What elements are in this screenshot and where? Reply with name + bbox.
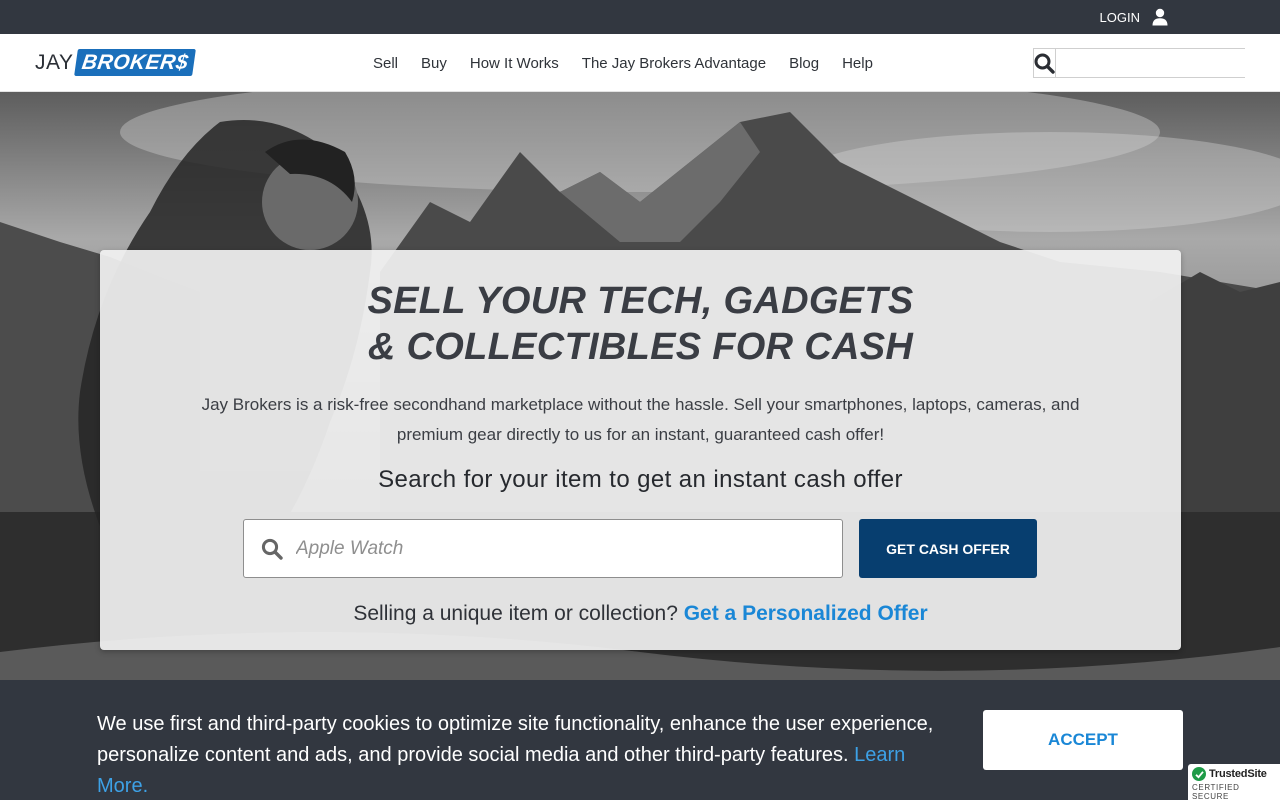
logo-jay-text: JAY bbox=[35, 50, 74, 74]
search-prompt: Search for your item to get an instant c… bbox=[378, 466, 903, 493]
header-search-input[interactable] bbox=[1056, 49, 1253, 77]
cookie-banner: We use first and third-party cookies to … bbox=[0, 680, 1280, 800]
get-cash-offer-button[interactable]: GET CASH OFFER bbox=[859, 519, 1037, 578]
trustedsite-sub: CERTIFIED SECURE bbox=[1192, 783, 1240, 800]
primary-nav: Sell Buy How It Works The Jay Brokers Ad… bbox=[373, 34, 896, 92]
header-search bbox=[1033, 48, 1253, 78]
nav-how-it-works[interactable]: How It Works bbox=[470, 55, 559, 72]
nav-help[interactable]: Help bbox=[842, 55, 873, 72]
hero-card: SELL YOUR TECH, GADGETS & COLLECTIBLES F… bbox=[100, 250, 1181, 650]
accept-cookies-button[interactable]: ACCEPT bbox=[983, 710, 1183, 770]
nav-buy[interactable]: Buy bbox=[421, 55, 447, 72]
cookie-text: We use first and third-party cookies to … bbox=[97, 713, 934, 766]
search-icon bbox=[1034, 53, 1055, 74]
main-navbar: JAY BROKER$ Sell Buy How It Works The Ja… bbox=[0, 34, 1280, 92]
top-utility-bar: LOGIN bbox=[0, 0, 1280, 34]
item-search-input[interactable] bbox=[296, 521, 842, 576]
login-label: LOGIN bbox=[1099, 9, 1140, 25]
nav-jay-brokers-advantage[interactable]: The Jay Brokers Advantage bbox=[582, 55, 766, 72]
personalized-offer-line: Selling a unique item or collection? Get… bbox=[100, 602, 1181, 626]
trustedsite-badge[interactable]: TrustedSite CERTIFIED SECURE bbox=[1188, 764, 1280, 800]
hero-title-line1: SELL YOUR TECH, GADGETS bbox=[367, 280, 914, 322]
header-search-button[interactable] bbox=[1034, 49, 1056, 77]
hero-section: SELL YOUR TECH, GADGETS & COLLECTIBLES F… bbox=[0, 92, 1280, 680]
trustedsite-row: TrustedSite bbox=[1192, 767, 1276, 781]
personalized-offer-link[interactable]: Get a Personalized Offer bbox=[684, 602, 928, 625]
user-icon bbox=[1152, 8, 1168, 26]
nav-sell[interactable]: Sell bbox=[373, 55, 398, 72]
search-icon bbox=[244, 538, 296, 560]
hero-search-box bbox=[243, 519, 843, 578]
jay-brokers-logo[interactable]: JAY BROKER$ bbox=[35, 49, 197, 76]
hero-title-line2: & COLLECTIBLES FOR CASH bbox=[367, 326, 914, 368]
nav-blog[interactable]: Blog bbox=[789, 55, 819, 72]
checkmark-icon bbox=[1192, 767, 1206, 781]
personalized-offer-prefix: Selling a unique item or collection? bbox=[353, 602, 678, 625]
login-link[interactable]: LOGIN bbox=[1100, 0, 1168, 34]
cookie-message: We use first and third-party cookies to … bbox=[97, 709, 957, 800]
logo-brokers-text: BROKER$ bbox=[74, 49, 197, 76]
trustedsite-name: TrustedSite bbox=[1209, 768, 1267, 780]
hero-subtitle: Jay Brokers is a risk-free secondhand ma… bbox=[201, 395, 1080, 444]
hero-title: SELL YOUR TECH, GADGETS & COLLECTIBLES F… bbox=[100, 278, 1181, 370]
